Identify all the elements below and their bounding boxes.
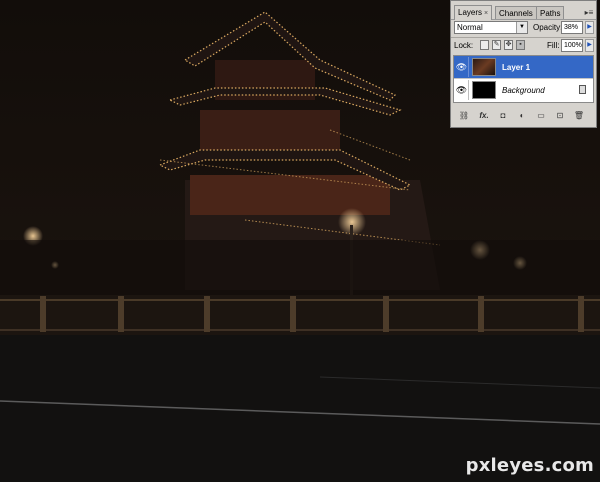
close-icon[interactable]: × [484,10,488,17]
link-layers-icon[interactable]: ⛓ [457,110,471,122]
new-group-icon[interactable]: ▭ [534,110,548,122]
opacity-slider-arrow-icon[interactable]: ▶ [585,21,594,34]
fence-railing [0,295,600,335]
lock-transparent-icon[interactable] [480,40,489,50]
layer-name: Background [502,86,545,95]
new-layer-icon[interactable]: ⊡ [553,110,567,122]
chevron-down-icon[interactable]: ▼ [516,22,527,33]
visibility-eye-icon[interactable]: 👁 [455,80,469,100]
layer-thumbnail [472,81,496,99]
fill-field[interactable]: 100% [561,39,583,52]
fill-slider-arrow-icon[interactable]: ▶ [585,39,594,52]
lock-all-icon[interactable]: ▪ [516,40,525,50]
panel-menu-icon[interactable]: ▸≡ [584,8,594,18]
layer-thumbnail [472,58,496,76]
delete-layer-icon[interactable]: 🗑 [572,110,586,122]
blend-mode-select[interactable]: Normal ▼ [454,21,528,34]
layers-list: 👁 Layer 1 👁 Background [453,55,594,103]
lock-image-brush-icon[interactable]: ✎ [492,40,501,50]
fx-icon[interactable]: fx. [477,110,491,122]
opacity-field[interactable]: 38% [561,21,583,34]
adjustment-layer-icon[interactable]: ◐ [515,110,529,122]
fill-label: Fill: [547,41,560,50]
tab-paths[interactable]: Paths [536,6,565,19]
divider [451,37,596,38]
tab-paths-label: Paths [540,9,561,18]
tab-layers[interactable]: Layers × [454,5,493,20]
lock-position-move-icon[interactable]: ✥ [504,40,513,50]
lock-icon [579,85,586,94]
blend-mode-value: Normal [457,23,483,32]
watermark: pxleyes.com [465,455,594,476]
layer-row-background[interactable]: 👁 Background [454,79,593,102]
panel-tabs: Layers × Channels Paths ▸≡ [451,4,596,20]
layer-name: Layer 1 [502,63,531,72]
layers-panel: Layers × Channels Paths ▸≡ Normal ▼ Opaci… [450,0,597,128]
visibility-eye-icon[interactable]: 👁 [455,57,469,77]
opacity-label: Opacity: [533,23,563,32]
tab-layers-label: Layers [458,8,483,17]
tab-channels[interactable]: Channels [495,6,537,19]
panel-bottom-toolbar: ⛓ fx. ◘ ◐ ▭ ⊡ 🗑 [451,107,596,125]
layer-row-layer-1[interactable]: 👁 Layer 1 [454,56,593,79]
tab-channels-label: Channels [499,9,533,18]
add-mask-icon[interactable]: ◘ [496,110,510,122]
lock-label: Lock: [454,41,474,50]
